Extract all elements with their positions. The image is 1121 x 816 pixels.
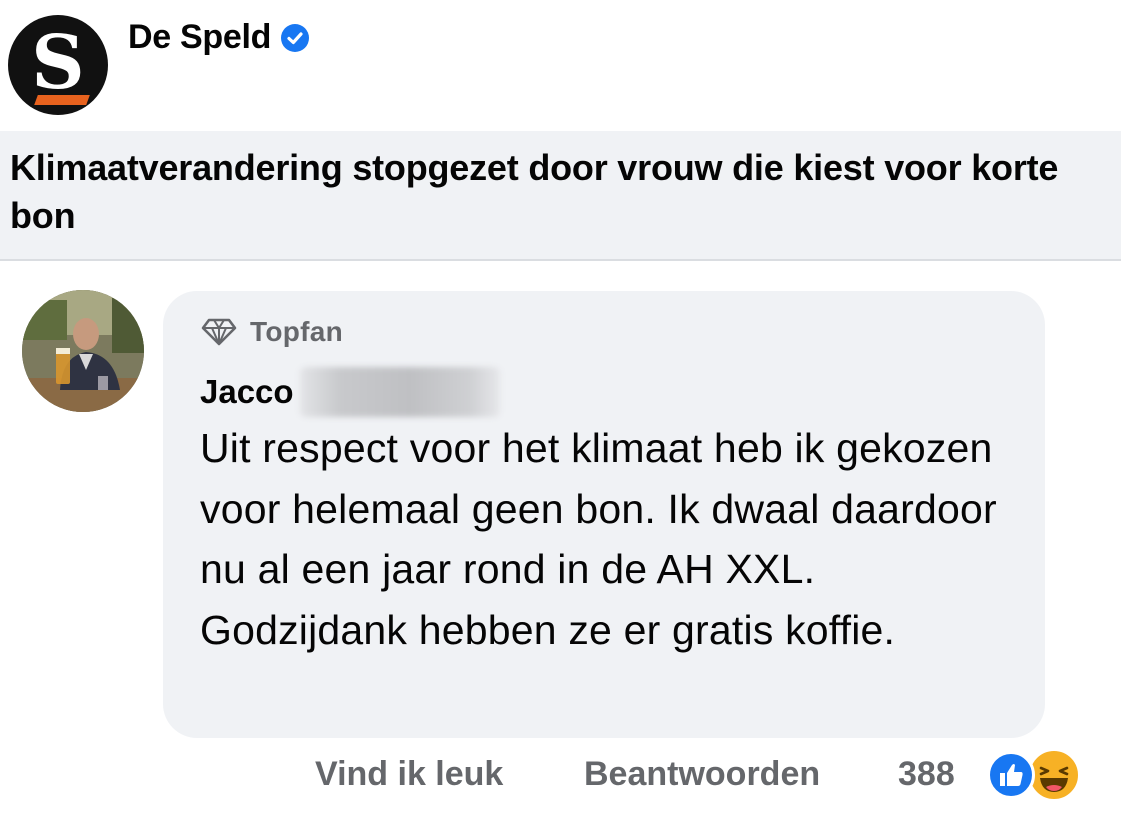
like-reaction-icon: [987, 751, 1035, 799]
commenter-avatar[interactable]: [22, 290, 144, 412]
like-button[interactable]: Vind ik leuk: [315, 748, 503, 800]
page-name-row: De Speld: [128, 18, 310, 57]
topfan-label: Topfan: [250, 316, 344, 347]
reply-button[interactable]: Beantwoorden: [584, 748, 820, 800]
verified-badge-icon: [281, 23, 310, 52]
diamond-icon: [201, 318, 237, 346]
topfan-badge: Topfan: [200, 316, 343, 348]
page-name-link[interactable]: De Speld: [128, 18, 271, 57]
logo-stripe: [34, 95, 90, 105]
post-headline[interactable]: Klimaatverandering stopgezet door vrouw …: [10, 144, 1115, 240]
reaction-count[interactable]: 388: [898, 748, 955, 800]
comment-actions: Vind ik leuk Beantwoorden 388: [0, 748, 1121, 804]
blurred-surname: [299, 367, 500, 417]
page-avatar-logo[interactable]: S: [8, 15, 108, 115]
comment-author-name[interactable]: Jacco: [200, 373, 294, 411]
logo-letter: S: [31, 20, 85, 106]
post-header: S De Speld: [0, 0, 1121, 130]
comment-author-row: Jacco: [200, 367, 500, 417]
reaction-icons[interactable]: [987, 748, 1097, 804]
haha-reaction-icon: [1027, 748, 1081, 802]
comment-text: Uit respect voor het klimaat heb ik geko…: [200, 425, 997, 653]
